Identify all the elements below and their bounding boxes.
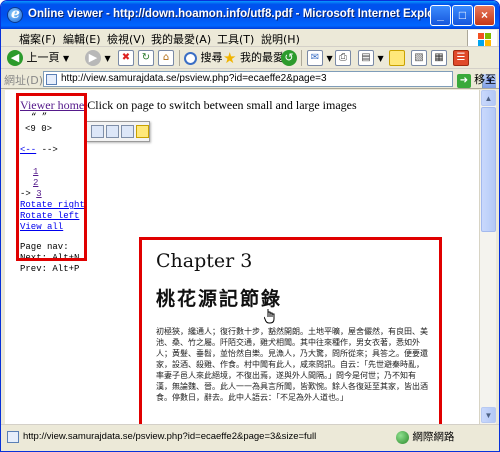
forward-button[interactable]: ▶ ▼ <box>85 49 111 67</box>
toolbar-separator <box>179 50 180 66</box>
print-button[interactable]: ⎙ <box>335 49 351 67</box>
research-button[interactable]: ▦ <box>431 49 447 67</box>
vertical-scrollbar[interactable]: ▲ ▼ <box>479 90 496 424</box>
back-dropdown-icon: ▼ <box>63 54 70 63</box>
mail-button[interactable]: ✉ ▼ <box>307 49 333 67</box>
page-icon <box>46 74 57 85</box>
minimize-button[interactable]: _ <box>430 5 451 26</box>
refresh-button[interactable]: ↻ <box>138 49 154 67</box>
internet-globe-icon <box>396 430 409 444</box>
pdf-highlight-box <box>139 237 442 424</box>
windows-flag-icon <box>467 30 497 46</box>
menu-edit[interactable]: 編輯(E) <box>63 31 101 47</box>
scroll-down-icon[interactable]: ▼ <box>481 407 496 423</box>
search-label: 搜尋 <box>200 51 223 64</box>
edit-button[interactable]: ▤ ▼ <box>358 49 384 67</box>
toolbar-separator <box>301 50 302 66</box>
forward-arrow-icon: ▶ <box>85 50 101 66</box>
back-label: 上一頁 <box>26 51 60 64</box>
security-zone: 網際網路 <box>396 429 454 444</box>
print-image-icon[interactable] <box>106 125 119 138</box>
search-icon <box>184 51 197 65</box>
forward-dropdown-icon: ▼ <box>104 54 111 63</box>
mail-icon: ✉ <box>307 50 323 66</box>
edit-dropdown-icon: ▼ <box>377 54 384 63</box>
stop-button[interactable]: ✖ <box>118 49 134 67</box>
instruction-text: Click on page to switch between small an… <box>84 98 357 112</box>
page-viewport: Viewer home Click on page to switch betw… <box>5 90 479 424</box>
go-arrow-icon: ➜ <box>457 74 471 88</box>
back-arrow-icon: ◀ <box>7 50 23 66</box>
address-input[interactable]: http://view.samurajdata.se/psview.php?id… <box>43 71 496 88</box>
menu-tools[interactable]: 工具(T) <box>217 31 254 47</box>
zone-label: 網際網路 <box>412 431 455 443</box>
stop-icon: ✖ <box>118 50 134 66</box>
menu-file[interactable]: 檔案(F) <box>19 31 56 47</box>
close-button[interactable]: × <box>474 5 495 26</box>
save-image-icon[interactable] <box>91 125 104 138</box>
favorites-button[interactable]: ★ 我的最愛 <box>223 49 284 67</box>
ie-logo-icon <box>7 6 23 23</box>
folder-icon <box>389 50 405 66</box>
discuss-button[interactable] <box>389 49 405 67</box>
browser-window: Online viewer - http://down.hoamon.info/… <box>0 0 500 452</box>
mail-dropdown-icon: ▼ <box>326 54 333 63</box>
refresh-icon: ↻ <box>138 50 154 66</box>
search-button[interactable]: 搜尋 <box>184 49 223 67</box>
status-bar: http://view.samurajdata.se/psview.php?id… <box>1 424 499 451</box>
address-label: 網址(D) <box>4 74 44 87</box>
menu-favorites[interactable]: 我的最愛(A) <box>151 31 211 47</box>
menu-bar: 檔案(F) 編輯(E) 檢視(V) 我的最愛(A) 工具(T) 說明(H) <box>1 29 499 47</box>
window-title: Online viewer - http://down.hoamon.info/… <box>28 8 450 20</box>
image-toolbar <box>86 121 150 142</box>
favorites-star-icon: ★ <box>223 49 237 67</box>
status-text: http://view.samurajdata.se/psview.php?id… <box>23 431 317 442</box>
scroll-thumb[interactable] <box>481 107 496 232</box>
print-icon: ⎙ <box>335 50 351 66</box>
email-image-icon[interactable] <box>121 125 134 138</box>
maximize-button[interactable]: □ <box>452 5 473 26</box>
address-url: http://view.samurajdata.se/psview.php?id… <box>61 73 327 84</box>
address-bar: 網址(D) http://view.samurajdata.se/psview.… <box>1 69 499 89</box>
messenger-icon: ▧ <box>411 50 427 66</box>
research-icon: ▦ <box>431 50 447 66</box>
nav-highlight-box <box>16 93 87 261</box>
toolbar: ◀ 上一頁 ▼ ▶ ▼ ✖ ↻ ⌂ 搜尋 ★ 我的最愛 ↺ ✉ ▼ ⎙ ▤ ▼ … <box>1 47 499 69</box>
addon-icon: ☰ <box>453 50 469 66</box>
go-button[interactable]: ➜ 移至 <box>457 71 496 88</box>
menu-help[interactable]: 說明(H) <box>261 31 300 47</box>
addon-button[interactable]: ☰ <box>453 49 469 67</box>
back-button[interactable]: ◀ 上一頁 ▼ <box>7 49 69 67</box>
scroll-up-icon[interactable]: ▲ <box>481 90 496 106</box>
go-label: 移至 <box>474 74 497 86</box>
status-page-icon <box>7 431 19 443</box>
messenger-button[interactable]: ▧ <box>411 49 427 67</box>
home-button[interactable]: ⌂ <box>158 49 174 67</box>
my-pictures-icon[interactable] <box>136 125 149 138</box>
title-bar: Online viewer - http://down.hoamon.info/… <box>1 1 499 29</box>
menu-view[interactable]: 檢視(V) <box>107 31 145 47</box>
history-icon: ↺ <box>281 50 297 66</box>
favorites-label: 我的最愛 <box>239 51 284 64</box>
edit-page-icon: ▤ <box>358 50 374 66</box>
home-icon: ⌂ <box>158 50 174 66</box>
history-button[interactable]: ↺ <box>281 49 297 67</box>
prev-hint: Prev: Alt+P <box>20 264 80 274</box>
